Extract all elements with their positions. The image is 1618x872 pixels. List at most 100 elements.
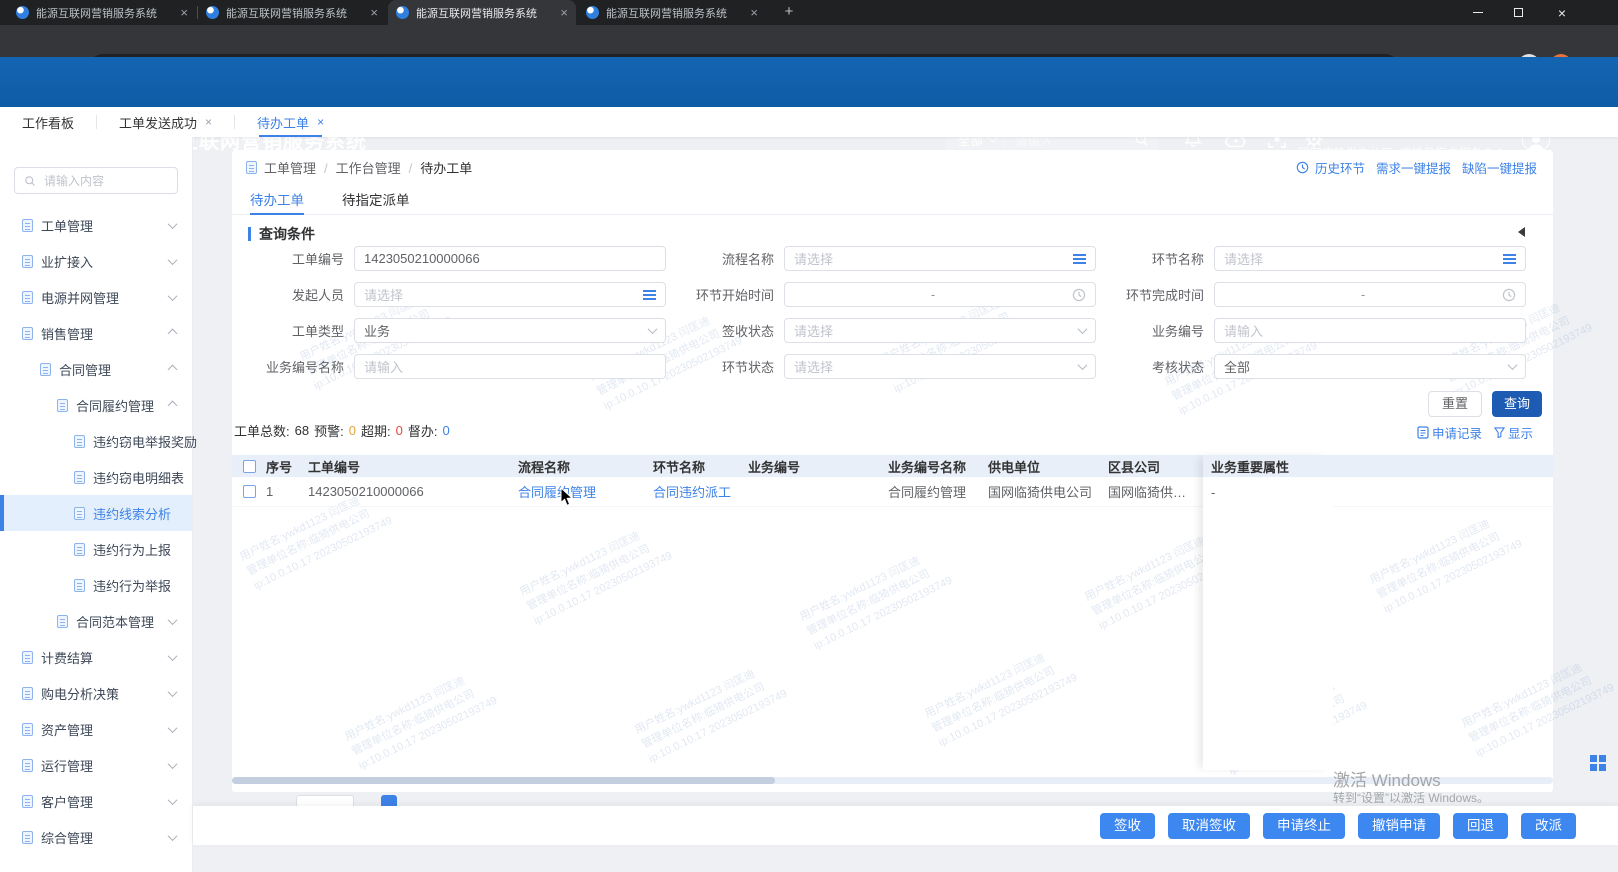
sidebar-item-general-mgmt[interactable]: 综合管理 xyxy=(0,819,192,855)
main-panel-content: 工单管理 工作台管理 待办工单 历史环节 需求一键提报 缺陷一键提报 待办工单 … xyxy=(232,150,1553,792)
step-start-time-picker[interactable]: - xyxy=(784,282,1096,307)
rollback-button[interactable]: 回退 xyxy=(1453,813,1508,839)
filter-icon xyxy=(1494,427,1505,438)
breadcrumb-item[interactable]: 工作台管理 xyxy=(316,158,401,177)
sidebar-item-sales-mgmt[interactable]: 销售管理 xyxy=(0,315,192,351)
tab-close-icon[interactable]: × xyxy=(180,6,188,19)
reassign-button[interactable]: 改派 xyxy=(1521,813,1576,839)
chevron-up-icon xyxy=(168,400,178,410)
clock-icon[interactable] xyxy=(1502,288,1516,302)
step-name-select[interactable]: 请选择 xyxy=(1214,246,1526,271)
apply-terminate-button[interactable]: 申请终止 xyxy=(1263,813,1345,839)
sidebar-item-theft-detail[interactable]: 违约窃电明细表 xyxy=(0,459,192,495)
sidebar-item-clue-analysis[interactable]: 违约线索分析 xyxy=(0,495,192,531)
sidebar-item-billing[interactable]: 计费结算 xyxy=(0,639,192,675)
chevron-down-icon xyxy=(648,324,658,334)
window-maximize-button[interactable] xyxy=(1498,0,1538,25)
list-links: 申请记录 显示 xyxy=(1417,423,1533,442)
sidebar-search[interactable] xyxy=(14,167,178,194)
sidebar-item-contract-performance[interactable]: 合同履约管理 xyxy=(0,387,192,423)
col-step: 环节名称 xyxy=(653,457,748,476)
demand-report-link[interactable]: 需求一键提报 xyxy=(1376,158,1451,177)
process-name-select[interactable]: 请选择 xyxy=(784,246,1096,271)
clock-icon[interactable] xyxy=(1072,288,1086,302)
sidebar-item-operation-mgmt[interactable]: 运行管理 xyxy=(0,747,192,783)
chevron-down-icon xyxy=(168,255,178,265)
sidebar-item-business-expand[interactable]: 业扩接入 xyxy=(0,243,192,279)
breadcrumb-item: 待办工单 xyxy=(401,158,473,177)
quick-entry-grid-icon[interactable] xyxy=(1590,755,1606,771)
reset-button[interactable]: 重置 xyxy=(1428,391,1482,417)
sidebar-item-asset-mgmt[interactable]: 资产管理 xyxy=(0,711,192,747)
scrollbar-thumb[interactable] xyxy=(232,777,775,784)
sign-button[interactable]: 签收 xyxy=(1100,813,1155,839)
chevron-down-icon xyxy=(168,291,178,301)
query-button[interactable]: 查询 xyxy=(1492,391,1542,417)
list-picker-icon[interactable] xyxy=(643,290,656,300)
chevron-down-icon xyxy=(168,219,178,229)
history-steps-link[interactable]: 历史环节 xyxy=(1315,158,1365,177)
window-minimize-button[interactable] xyxy=(1458,0,1498,25)
col-county: 区县公司 xyxy=(1108,457,1203,476)
step-status-select[interactable]: 请选择 xyxy=(784,354,1096,379)
tab-pending-dispatch[interactable]: 待指定派单 xyxy=(342,183,410,214)
tab-close-icon[interactable]: × xyxy=(370,6,378,19)
order-type-select[interactable]: 业务 xyxy=(354,318,666,343)
sidebar-item-violation-report-up[interactable]: 违约行为上报 xyxy=(0,531,192,567)
new-tab-button[interactable]: + xyxy=(778,3,800,22)
apply-record-link[interactable]: 申请记录 xyxy=(1417,423,1482,442)
sidebar-item-violation-report[interactable]: 违约行为举报 xyxy=(0,567,192,603)
sidebar-item-contract-template[interactable]: 合同范本管理 xyxy=(0,603,192,639)
defect-report-link[interactable]: 缺陷一键提报 xyxy=(1462,158,1537,177)
cell-step-link[interactable]: 合同违约派工 xyxy=(653,482,748,501)
browser-tab-1[interactable]: 能源互联网营销服务系统 × xyxy=(8,0,196,25)
order-no-input[interactable]: 1423050210000066 xyxy=(354,246,666,271)
table-row[interactable]: 1 1423050210000066 合同履约管理 合同违约派工 合同履约管理 … xyxy=(232,477,1553,507)
chevron-down-icon xyxy=(168,651,178,661)
step-finish-time-picker[interactable]: - xyxy=(1214,282,1526,307)
tab-close-icon[interactable]: × xyxy=(560,6,568,19)
sidebar-search-input[interactable] xyxy=(42,173,168,189)
browser-tab-4[interactable]: 能源互联网营销服务系统 × xyxy=(578,0,766,25)
sidebar-item-grid-connection[interactable]: 电源并网管理 xyxy=(0,279,192,315)
sidebar-item-purchase-analysis[interactable]: 购电分析决策 xyxy=(0,675,192,711)
list-picker-icon[interactable] xyxy=(1503,254,1516,264)
window-close-button[interactable]: × xyxy=(1542,0,1582,25)
browser-tab-2[interactable]: 能源互联网营销服务系统 × xyxy=(198,0,386,25)
cancel-sign-button[interactable]: 取消签收 xyxy=(1168,813,1250,839)
sidebar-item-contract-mgmt[interactable]: 合同管理 xyxy=(0,351,192,387)
biz-no-input[interactable]: 请输入 xyxy=(1214,318,1526,343)
revoke-apply-button[interactable]: 撤销申请 xyxy=(1358,813,1440,839)
tab-order-sent[interactable]: 工单发送成功 × xyxy=(119,107,212,137)
browser-tab-3-active[interactable]: 能源互联网营销服务系统 × xyxy=(388,0,576,25)
chevron-down-icon xyxy=(1508,360,1518,370)
breadcrumb-item[interactable]: 工单管理 xyxy=(264,158,316,177)
col-seq: 序号 xyxy=(266,457,308,476)
tab-todo-orders-inner[interactable]: 待办工单 xyxy=(250,183,304,214)
quick-links: 历史环节 需求一键提报 缺陷一键提报 xyxy=(1296,158,1537,177)
close-icon[interactable]: × xyxy=(205,115,212,129)
assess-status-select[interactable]: 全部 xyxy=(1214,354,1526,379)
list-picker-icon[interactable] xyxy=(1073,254,1086,264)
biz-name-input[interactable]: 请输入 xyxy=(354,354,666,379)
select-all-checkbox[interactable] xyxy=(243,460,256,473)
sidebar-item-order-mgmt[interactable]: 工单管理 xyxy=(0,207,192,243)
sign-status-select[interactable]: 请选择 xyxy=(784,318,1096,343)
cell-process-link[interactable]: 合同履约管理 xyxy=(518,482,653,501)
sidebar-item-report-reward[interactable]: 违约窃电举报奖励 xyxy=(0,423,192,459)
tab-todo-orders[interactable]: 待办工单 × xyxy=(257,107,324,137)
tab-favicon xyxy=(396,6,409,19)
initiator-select[interactable]: 请选择 xyxy=(354,282,666,307)
field-step-start-time: 环节开始时间 - xyxy=(664,282,1096,307)
field-order-no: 工单编号 1423050210000066 xyxy=(234,246,666,271)
row-checkbox[interactable] xyxy=(243,485,256,498)
display-columns-link[interactable]: 显示 xyxy=(1494,423,1533,442)
field-biz-name: 业务编号名称 请输入 xyxy=(234,354,666,379)
tab-close-icon[interactable]: × xyxy=(750,6,758,19)
tab-work-board[interactable]: 工作看板 xyxy=(22,107,74,137)
collapse-arrow-icon[interactable] xyxy=(1518,227,1525,237)
sidebar-item-customer-mgmt[interactable]: 客户管理 xyxy=(0,783,192,819)
overdue-value: 0 xyxy=(396,423,403,438)
close-icon[interactable]: × xyxy=(317,115,324,129)
fixed-column-importance: 业务重要属性 - xyxy=(1203,455,1333,770)
